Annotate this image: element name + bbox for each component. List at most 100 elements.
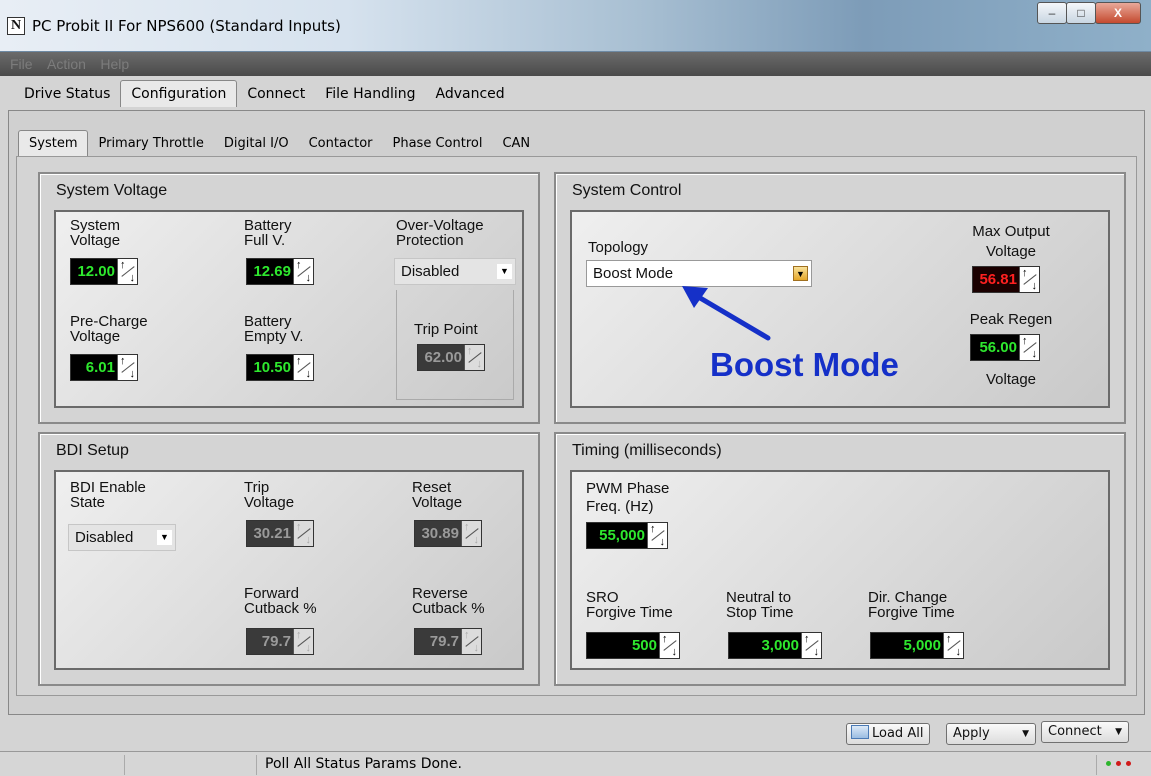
system-voltage-label: System Voltage: [70, 217, 121, 249]
boost-mode-annotation: Boost Mode: [710, 346, 899, 383]
pwm-freq-label: PWM Phase Freq. (Hz): [586, 480, 670, 515]
group-title: System Voltage: [56, 182, 168, 199]
forward-cutback-value: 79.7: [247, 629, 293, 654]
battery-full-value[interactable]: 12.69: [247, 259, 293, 284]
pwm-freq-spinner[interactable]: 55,000 ↑ ↓: [586, 522, 668, 549]
forward-cutback-spinner: 79.7 ↑ ↓: [246, 628, 314, 655]
spin-arrows-icon[interactable]: ↑ ↓: [1019, 335, 1039, 360]
dir-change-value[interactable]: 5,000: [871, 633, 943, 658]
trip-point-label: Trip Point: [414, 321, 478, 338]
status-divider: [256, 755, 257, 775]
status-message: Poll All Status Params Done.: [265, 756, 462, 772]
tab-advanced[interactable]: Advanced: [426, 83, 515, 107]
apply-button[interactable]: Apply ▼: [946, 723, 1036, 745]
menu-bar: File Action Help: [0, 52, 1151, 76]
load-all-button[interactable]: Load All: [846, 723, 931, 745]
max-output-value[interactable]: 56.81: [973, 267, 1019, 292]
tab-can[interactable]: CAN: [492, 133, 540, 157]
reverse-cutback-label: Reverse Cutback %: [412, 585, 485, 617]
reverse-cutback-value: 79.7: [415, 629, 461, 654]
tab-contactor[interactable]: Contactor: [299, 133, 383, 157]
tab-system[interactable]: System: [18, 130, 89, 157]
pwm-freq-value[interactable]: 55,000: [587, 523, 647, 548]
forward-cutback-label: Forward Cutback %: [244, 585, 317, 617]
group-inner: BDI Enable State Disabled ▼ Trip Voltage…: [54, 470, 524, 670]
tab-digital-io[interactable]: Digital I/O: [214, 133, 299, 157]
spin-arrows-icon: ↑ ↓: [461, 521, 481, 546]
system-voltage-spinner[interactable]: 12.00 ↑ ↓: [70, 258, 138, 285]
spin-arrows-icon: ↑ ↓: [293, 521, 313, 546]
system-voltage-value[interactable]: 12.00: [71, 259, 117, 284]
menu-help[interactable]: Help: [100, 56, 129, 72]
spin-arrows-icon[interactable]: ↑ ↓: [293, 355, 313, 380]
group-title: Timing (milliseconds): [572, 442, 722, 459]
bdi-enable-dropdown[interactable]: Disabled ▼: [68, 524, 176, 551]
group-title: BDI Setup: [56, 442, 129, 459]
sro-forgive-value[interactable]: 500: [587, 633, 659, 658]
spin-arrows-icon[interactable]: ↑ ↓: [659, 633, 679, 658]
spin-arrows-icon[interactable]: ↑ ↓: [647, 523, 667, 548]
annotation-arrow-icon: [682, 286, 771, 341]
maximize-button[interactable]: □: [1066, 2, 1096, 24]
battery-full-spinner[interactable]: 12.69 ↑ ↓: [246, 258, 314, 285]
peak-regen-spinner[interactable]: 56.00 ↑ ↓: [970, 334, 1040, 361]
window-title: PC Probit II For NPS600 (Standard Inputs…: [32, 17, 341, 35]
topology-dropdown[interactable]: Boost Mode ▼: [586, 260, 812, 287]
reset-voltage-value: 30.89: [415, 521, 461, 546]
tab-configuration[interactable]: Configuration: [120, 80, 238, 107]
chevron-down-icon[interactable]: ▼: [497, 264, 512, 279]
neutral-stop-value[interactable]: 3,000: [729, 633, 801, 658]
trip-point-spinner: 62.00 ↑ ↓: [417, 344, 485, 371]
battery-empty-spinner[interactable]: 10.50 ↑ ↓: [246, 354, 314, 381]
max-output-spinner[interactable]: 56.81 ↑ ↓: [972, 266, 1040, 293]
status-divider: [1096, 755, 1097, 775]
pre-charge-value[interactable]: 6.01: [71, 355, 117, 380]
battery-empty-value[interactable]: 10.50: [247, 355, 293, 380]
bdi-enable-label: BDI Enable State: [70, 479, 146, 511]
status-bar: Poll All Status Params Done.: [0, 751, 1151, 776]
timing-group: Timing (milliseconds) PWM Phase Freq. (H…: [554, 432, 1126, 686]
status-divider: [124, 755, 125, 775]
pre-charge-spinner[interactable]: 6.01 ↑ ↓: [70, 354, 138, 381]
spin-arrows-icon[interactable]: ↑ ↓: [293, 259, 313, 284]
chevron-down-icon[interactable]: ▼: [793, 266, 808, 281]
spin-arrows-icon[interactable]: ↑ ↓: [801, 633, 821, 658]
spin-arrows-icon[interactable]: ↑ ↓: [117, 259, 137, 284]
menu-file[interactable]: File: [10, 56, 33, 72]
peak-regen-value[interactable]: 56.00: [971, 335, 1019, 360]
close-button[interactable]: X: [1095, 2, 1141, 24]
trip-voltage-label: Trip Voltage: [244, 479, 295, 511]
chevron-down-icon[interactable]: ▼: [1115, 722, 1122, 742]
reverse-cutback-spinner: 79.7 ↑ ↓: [414, 628, 482, 655]
connect-button[interactable]: Connect ▼: [1041, 721, 1129, 743]
spin-arrows-icon[interactable]: ↑ ↓: [117, 355, 137, 380]
neutral-stop-label: Neutral to Stop Time: [726, 589, 794, 621]
dir-change-spinner[interactable]: 5,000 ↑ ↓: [870, 632, 964, 659]
tab-connect[interactable]: Connect: [237, 83, 315, 107]
sro-forgive-label: SRO Forgive Time: [586, 589, 673, 621]
title-bar: N PC Probit II For NPS600 (Standard Inpu…: [0, 0, 1151, 52]
group-inner: Topology Boost Mode ▼ Boost Mode Max Out…: [570, 210, 1110, 408]
peak-regen-unit: Voltage: [985, 371, 1037, 388]
sro-forgive-spinner[interactable]: 500 ↑ ↓: [586, 632, 680, 659]
chevron-down-icon[interactable]: ▼: [157, 530, 172, 545]
tab-file-handling[interactable]: File Handling: [315, 83, 425, 107]
trip-point-value: 62.00: [418, 345, 464, 370]
load-icon: [851, 725, 869, 739]
tab-primary-throttle[interactable]: Primary Throttle: [88, 133, 213, 157]
neutral-stop-spinner[interactable]: 3,000 ↑ ↓: [728, 632, 822, 659]
over-voltage-label: Over-Voltage Protection: [396, 217, 484, 249]
chevron-down-icon[interactable]: ▼: [1022, 724, 1029, 744]
connection-indicator-icon: [1106, 761, 1131, 766]
minimize-button[interactable]: –: [1037, 2, 1067, 24]
max-output-label: Max Output Voltage: [972, 223, 1050, 260]
main-tab-bar: Drive Status Configuration Connect File …: [14, 79, 515, 107]
pre-charge-label: Pre-Charge Voltage: [70, 313, 148, 345]
spin-arrows-icon[interactable]: ↑ ↓: [1019, 267, 1039, 292]
spin-arrows-icon: ↑ ↓: [293, 629, 313, 654]
over-voltage-dropdown[interactable]: Disabled ▼: [394, 258, 516, 285]
menu-action[interactable]: Action: [47, 56, 86, 72]
tab-phase-control[interactable]: Phase Control: [383, 133, 493, 157]
spin-arrows-icon[interactable]: ↑ ↓: [943, 633, 963, 658]
tab-drive-status[interactable]: Drive Status: [14, 83, 120, 107]
